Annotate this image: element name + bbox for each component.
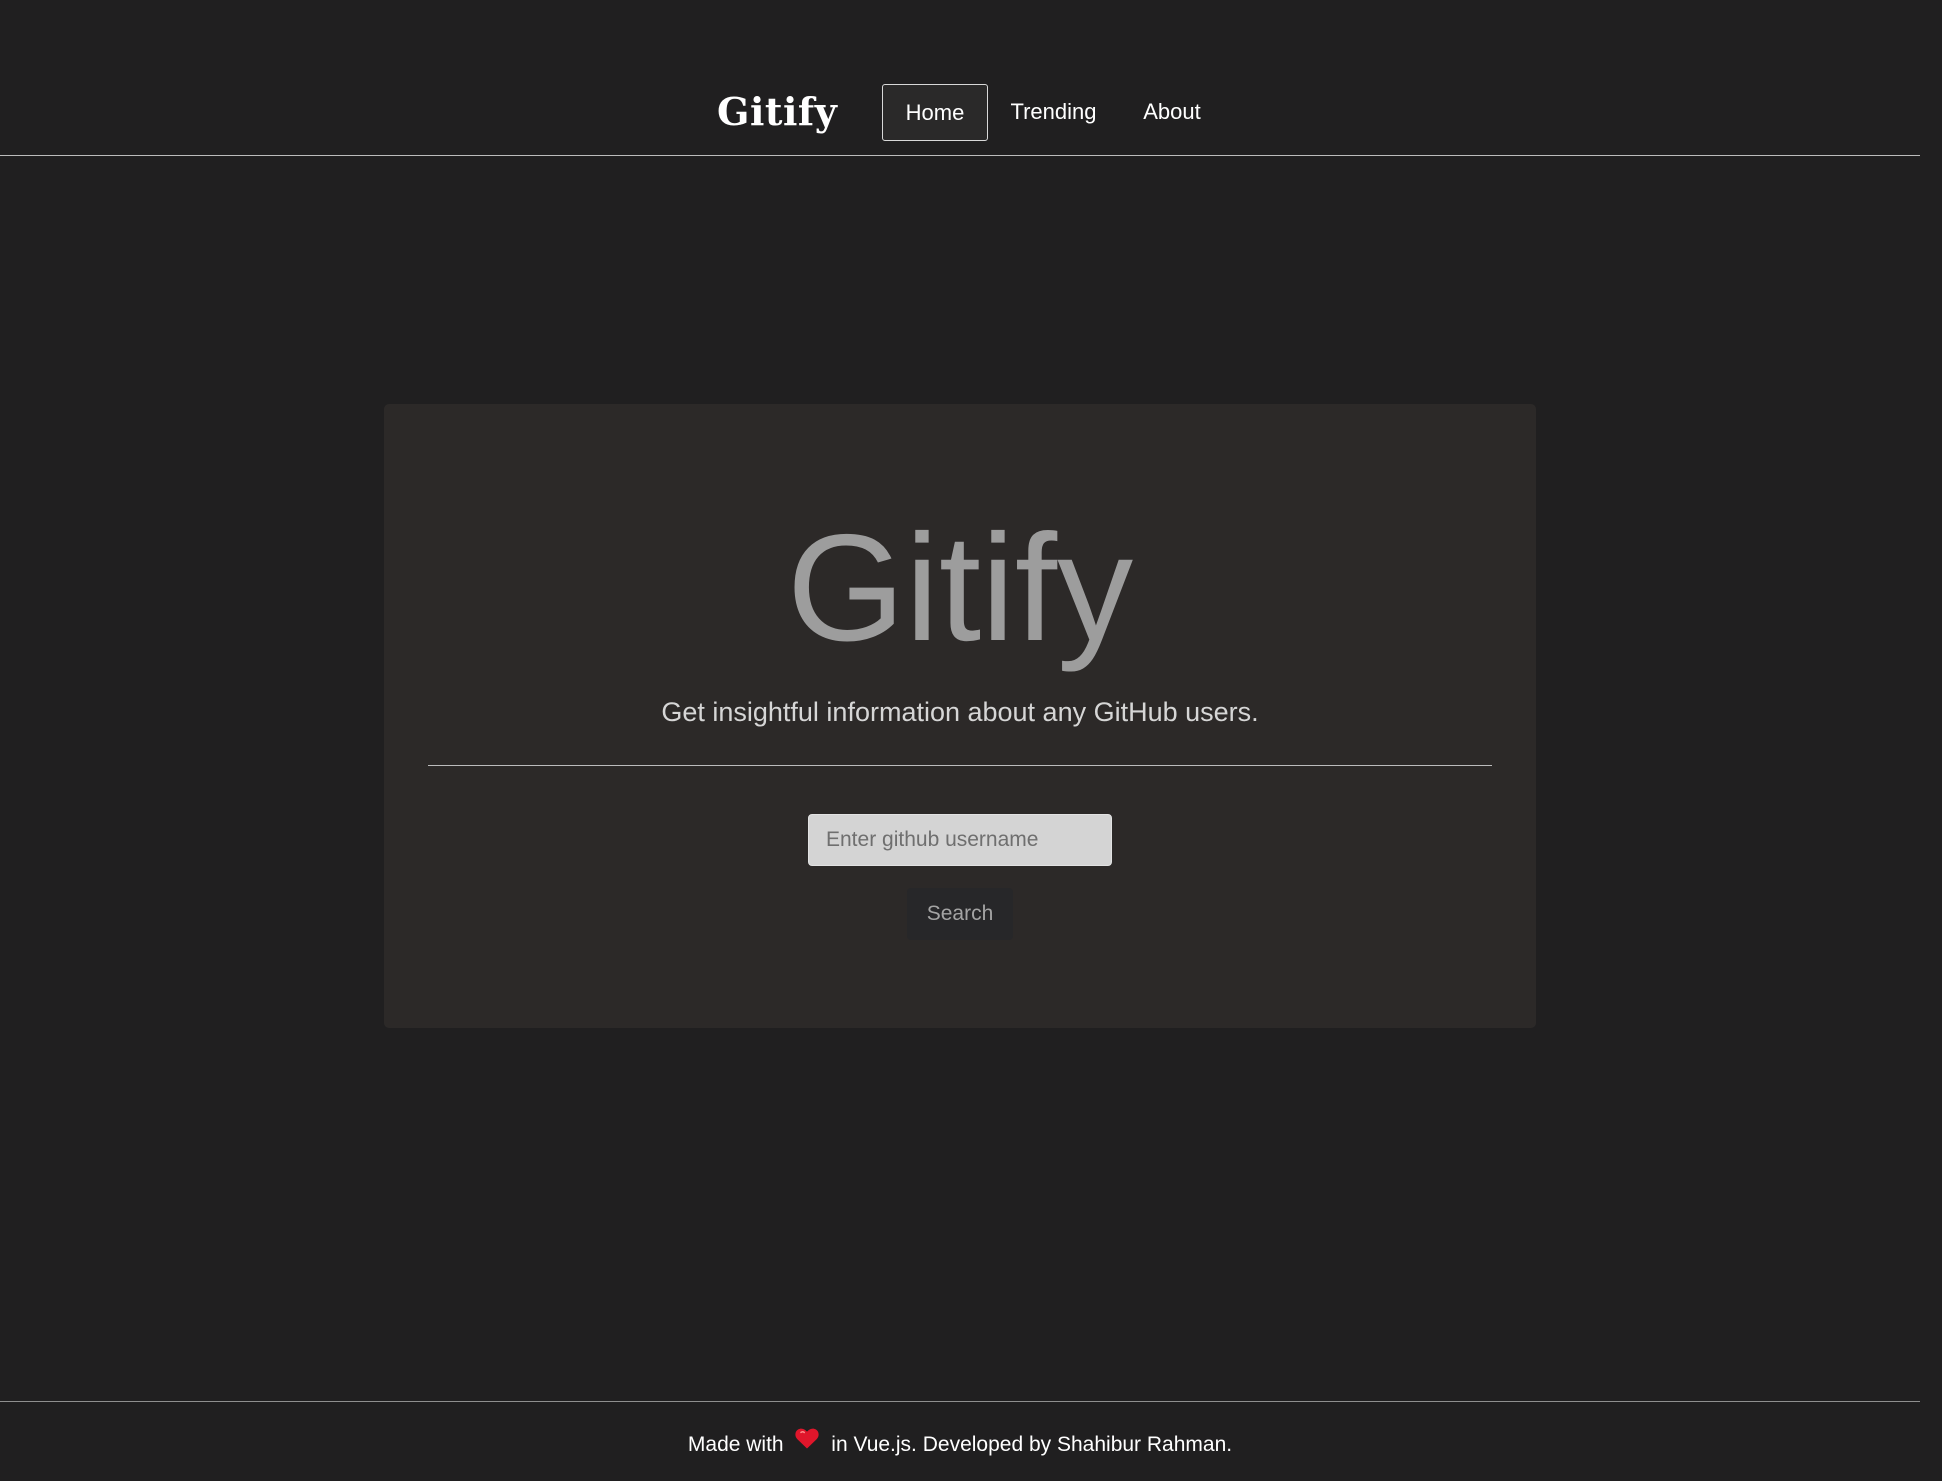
search-button[interactable]: Search <box>907 888 1013 940</box>
brand-logo[interactable]: Gitify <box>717 84 842 140</box>
nav-home-link[interactable]: Home <box>882 84 988 141</box>
footer-credit: Made with in Vue.js. Developed by Shahib… <box>0 1427 1920 1463</box>
username-search-input[interactable] <box>808 814 1112 866</box>
hero-card: Gitify Get insightful information about … <box>384 404 1536 1028</box>
page-footer: Made with in Vue.js. Developed by Shahib… <box>0 1401 1920 1481</box>
hero-title: Gitify <box>786 503 1134 673</box>
hero-divider <box>428 765 1492 766</box>
top-navbar: Gitify Home Trending About <box>0 0 1920 156</box>
nav-trending-link[interactable]: Trending <box>1000 84 1107 141</box>
heart-icon <box>795 1425 820 1461</box>
hero-description: Get insightful information about any Git… <box>661 697 1259 727</box>
footer-text-before: Made with <box>687 1433 784 1456</box>
nav-about-link[interactable]: About <box>1126 84 1218 141</box>
footer-text-after: in Vue.js. Developed by Shahibur Rahman. <box>831 1433 1233 1456</box>
